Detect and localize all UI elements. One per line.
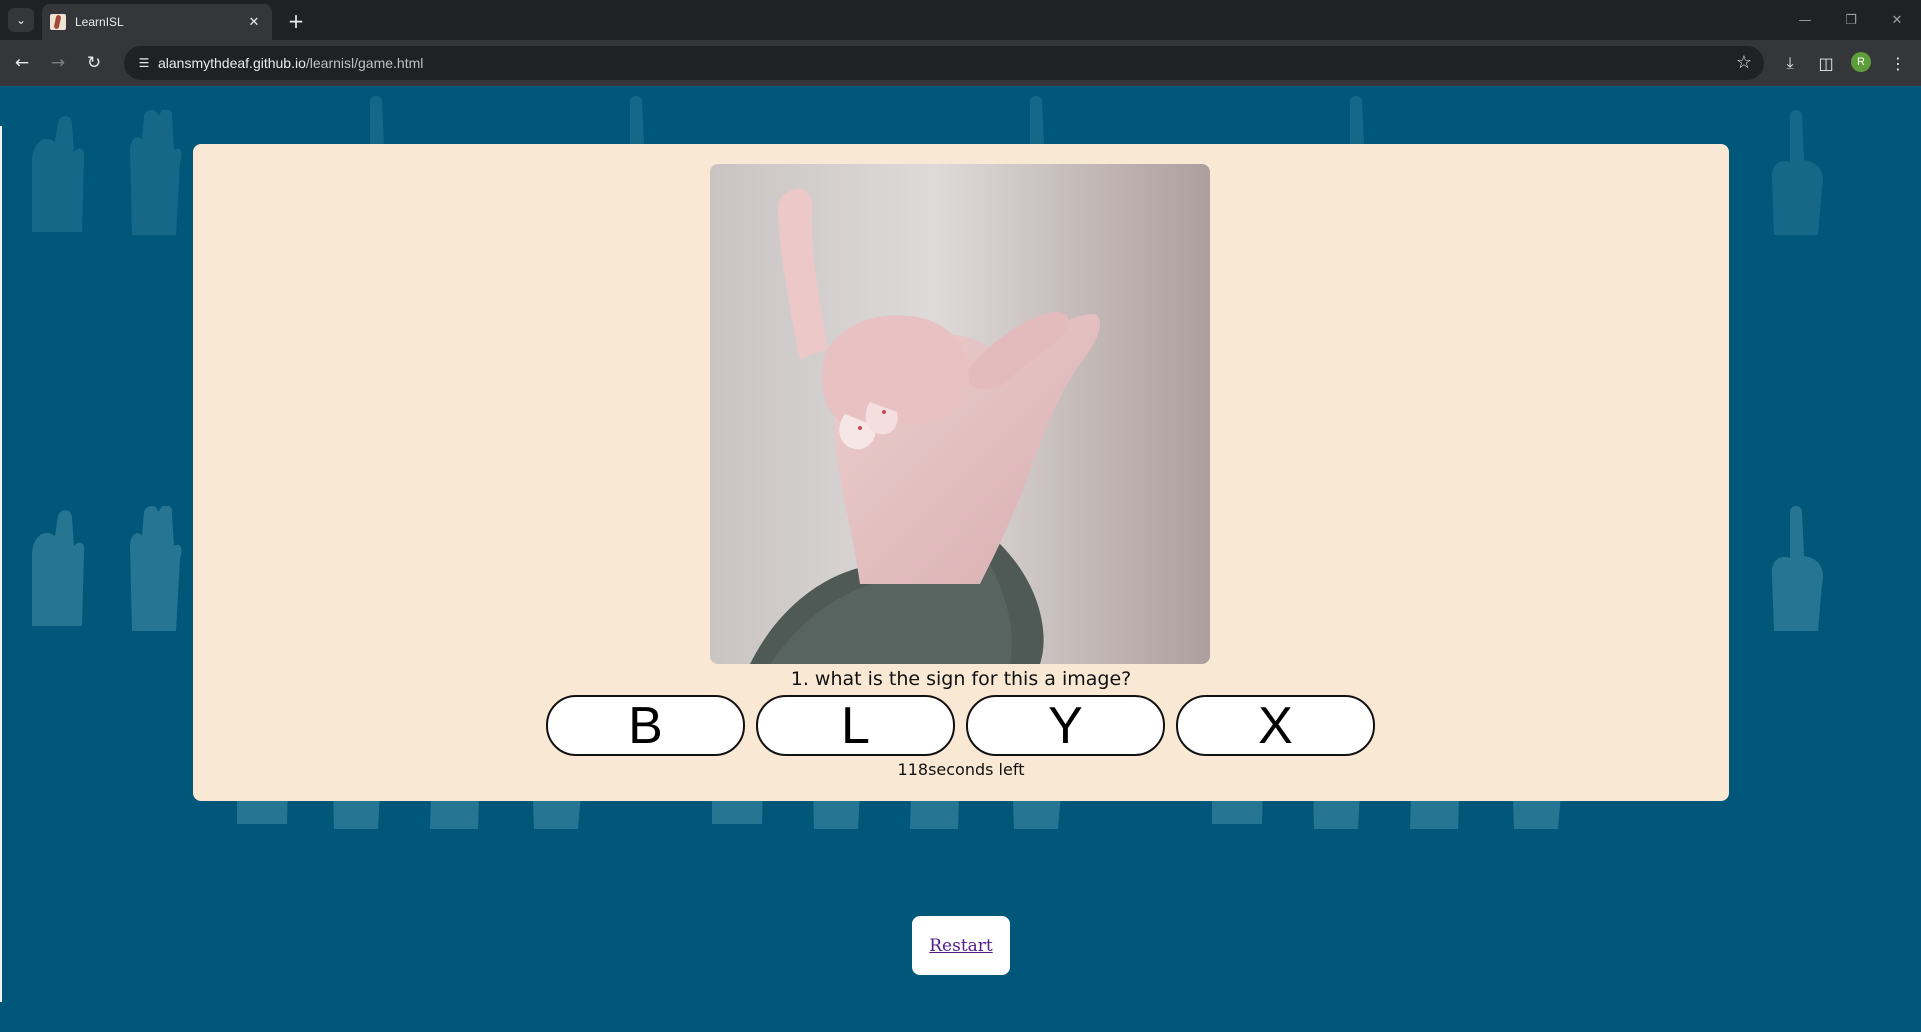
- url-path: /learnisl/game.html: [305, 55, 424, 71]
- star-icon[interactable]: ☆: [1736, 52, 1752, 73]
- back-button[interactable]: ←: [8, 49, 36, 77]
- answer-button-2[interactable]: L: [756, 695, 955, 756]
- forward-button[interactable]: →: [44, 49, 72, 77]
- page-viewport: 1. what is the sign for this a image? 11…: [0, 86, 1921, 1032]
- quiz-card: 1. what is the sign for this a image? 11…: [193, 144, 1729, 801]
- restart-button[interactable]: Restart: [912, 916, 1010, 975]
- restore-icon: ❐: [1845, 12, 1857, 28]
- background-hand-icon: [20, 112, 90, 242]
- background-hand-icon: [20, 506, 90, 636]
- address-bar[interactable]: ☰ alansmythdeaf.github.io/learnisl/game.…: [124, 46, 1764, 80]
- download-icon: ⤓: [1786, 53, 1794, 72]
- url-text[interactable]: alansmythdeaf.github.io/learnisl/game.ht…: [158, 55, 423, 71]
- url-host: alansmythdeaf.github.io: [158, 55, 306, 71]
- browser-tab-strip: ⌄ LearnISL ✕ + — ❐ ✕: [0, 0, 1921, 40]
- answer-button-1[interactable]: B: [546, 695, 745, 756]
- answer-label: X: [1258, 696, 1293, 755]
- background-hand-icon: [118, 505, 188, 636]
- tab-search-button[interactable]: ⌄: [8, 8, 34, 32]
- site-info-button[interactable]: ☰: [132, 51, 156, 75]
- close-icon[interactable]: ✕: [244, 12, 264, 32]
- minimize-icon: —: [1798, 12, 1812, 28]
- plus-icon: +: [287, 9, 305, 33]
- download-button[interactable]: ⤓: [1776, 49, 1804, 77]
- window-close-icon: ✕: [1891, 12, 1903, 28]
- menu-button[interactable]: ⋮: [1884, 49, 1912, 77]
- new-tab-button[interactable]: +: [283, 8, 309, 34]
- timer-text: 118seconds left: [897, 760, 1025, 779]
- restore-button[interactable]: ❐: [1829, 6, 1873, 34]
- favicon-icon: [50, 14, 66, 30]
- sign-photo: [710, 164, 1210, 664]
- arrow-left-icon: ←: [14, 53, 30, 73]
- answer-label: Y: [1048, 696, 1083, 755]
- window-close-button[interactable]: ✕: [1875, 6, 1919, 34]
- tab-title: LearnISL: [75, 15, 124, 29]
- browser-tab-active[interactable]: LearnISL ✕: [42, 4, 272, 40]
- background-hand-icon: [1760, 506, 1830, 636]
- answer-button-3[interactable]: Y: [966, 695, 1165, 756]
- background-hand-icon: [118, 109, 188, 240]
- background-hand-icon: [1760, 110, 1830, 240]
- page-edge: [0, 126, 2, 1002]
- minimize-button[interactable]: —: [1783, 6, 1827, 34]
- reload-icon: ↻: [86, 53, 102, 73]
- profile-initial: R: [1857, 56, 1865, 68]
- answer-button-4[interactable]: X: [1176, 695, 1375, 756]
- side-panel-icon: ◫: [1818, 53, 1834, 73]
- reload-button[interactable]: ↻: [80, 49, 108, 77]
- side-panel-button[interactable]: ◫: [1812, 49, 1840, 77]
- chevron-down-icon: ⌄: [15, 13, 27, 27]
- restart-link[interactable]: Restart: [929, 936, 993, 956]
- answer-label: L: [841, 696, 870, 755]
- question-text: 1. what is the sign for this a image?: [790, 668, 1132, 690]
- arrow-right-icon: →: [50, 53, 66, 73]
- avatar[interactable]: R: [1851, 52, 1871, 72]
- browser-toolbar: ← → ↻ ☰ alansmythdeaf.github.io/learnisl…: [0, 40, 1921, 86]
- more-vert-icon: ⋮: [1890, 53, 1906, 73]
- tune-icon: ☰: [138, 56, 150, 70]
- answer-label: B: [628, 696, 663, 755]
